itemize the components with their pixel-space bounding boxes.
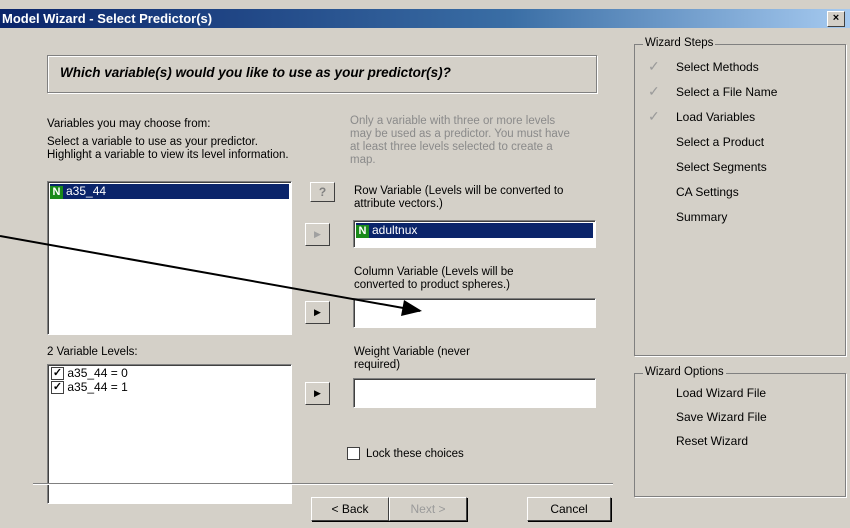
arrow-line (0, 235, 421, 312)
annotation-arrow (0, 235, 422, 316)
arrow-head (401, 300, 422, 316)
